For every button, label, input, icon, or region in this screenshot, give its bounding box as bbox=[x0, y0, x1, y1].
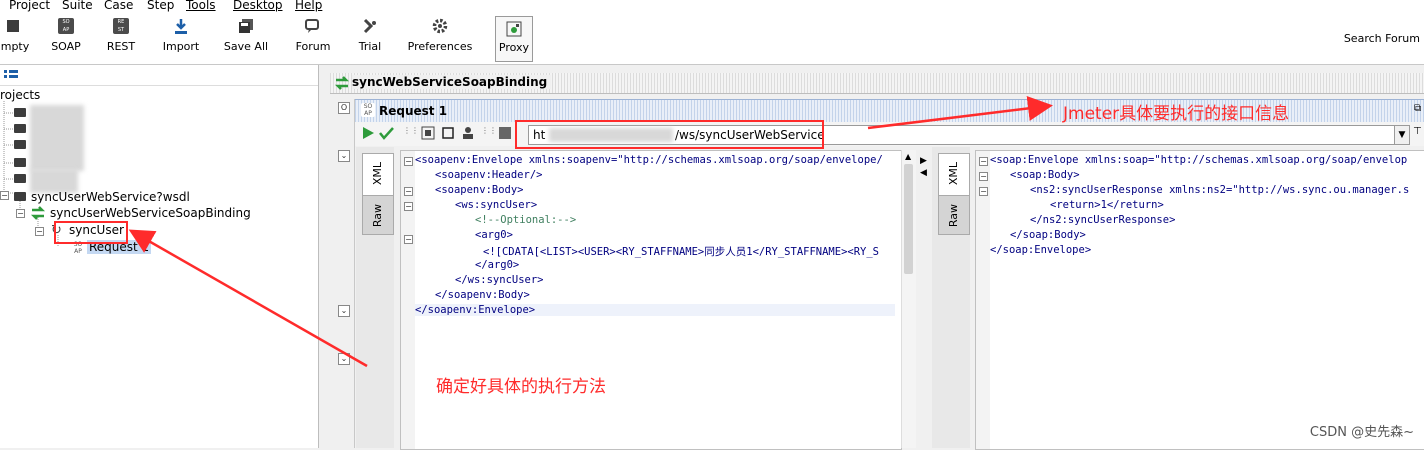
annotation-arrow-endpoint bbox=[867, 96, 1053, 130]
watermark: CSDN @史先森~ bbox=[1309, 425, 1414, 440]
annotation-text-operation: 确定好具体的执行方法 bbox=[436, 377, 606, 397]
annotation-arrow-operation bbox=[128, 229, 368, 368]
annotation-arrows bbox=[128, 96, 1053, 368]
annotation-text-endpoint: Jmeter具体要执行的接口信息 bbox=[1063, 104, 1290, 124]
